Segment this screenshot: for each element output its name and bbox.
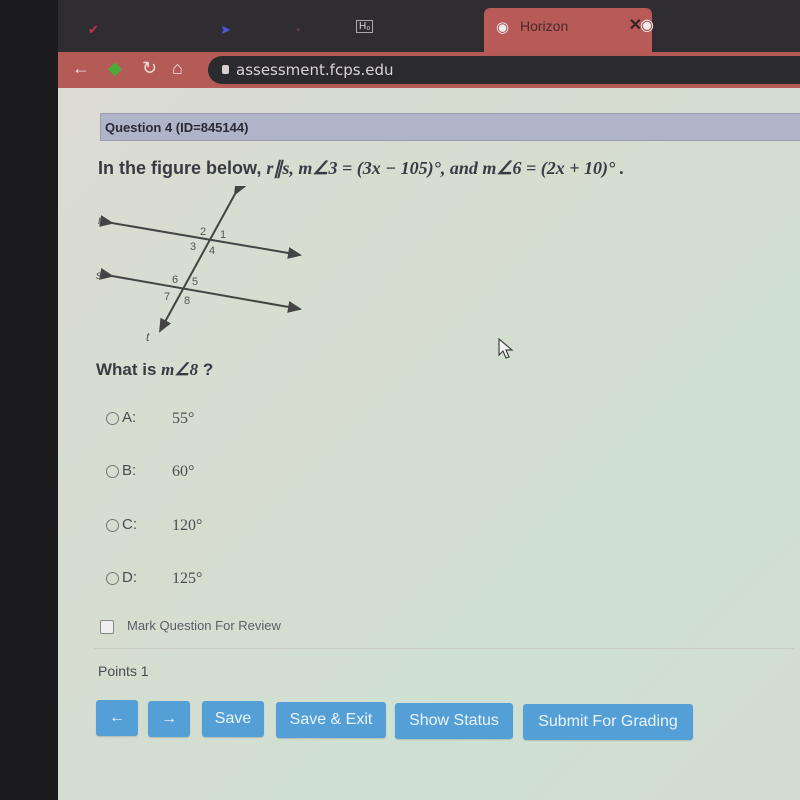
radio-button[interactable] (106, 412, 119, 425)
prev-button[interactable]: ← (96, 700, 138, 736)
radio-button[interactable] (106, 572, 119, 585)
next-button[interactable]: → (148, 701, 190, 737)
radio-button[interactable] (106, 465, 119, 478)
option-value: 125° (172, 570, 203, 587)
address-bar[interactable]: assessment.fcps.edu (208, 56, 800, 84)
angle-2: 2 (200, 226, 206, 238)
option-value: 55° (172, 410, 195, 427)
line-t (159, 186, 247, 333)
option-letter: A: (122, 409, 137, 426)
line-s (99, 268, 302, 313)
option-letter: B: (122, 462, 137, 479)
show-status-button[interactable]: Show Status (395, 703, 513, 739)
prompt-lead: In the figure below, (98, 158, 267, 178)
angle-1: 1 (220, 229, 226, 241)
extension-icon[interactable]: ◆ (108, 58, 122, 79)
angle-7: 7 (164, 291, 170, 303)
angle-5: 5 (192, 276, 198, 288)
back-icon[interactable]: ← (72, 58, 90, 79)
question-header: Question 4 (ID=845144) (100, 113, 800, 141)
submit-button[interactable]: Submit For Grading (523, 704, 693, 740)
save-button[interactable]: Save (202, 701, 264, 737)
angle-8: 8 (184, 295, 190, 307)
dot-icon[interactable]: • (296, 22, 301, 37)
tab-horizon[interactable]: ◉ Horizon ✕ (484, 8, 652, 52)
app-icon[interactable]: H₀ (356, 20, 374, 33)
screen-bezel (0, 0, 58, 800)
play-icon[interactable]: ➤ (220, 22, 231, 38)
tab-title: Horizon (520, 18, 569, 34)
lock-icon (222, 65, 229, 74)
option-value: 120° (172, 517, 203, 534)
ask-math: m∠8 (161, 360, 199, 379)
home-icon[interactable]: ⌂ (172, 58, 183, 79)
review-label: Mark Question For Review (127, 618, 281, 633)
globe-icon[interactable]: ◉ (640, 15, 654, 35)
prompt-math: r∥s, m∠3 = (3x − 105)°, and m∠6 = (2x + … (266, 158, 625, 178)
assessment-page: Question 4 (ID=845144) In the figure bel… (58, 88, 800, 800)
reload-icon[interactable]: ↻ (142, 58, 157, 79)
label-t: t (146, 330, 150, 344)
globe-icon: ◉ (496, 19, 510, 36)
points-label: Points 1 (98, 663, 149, 679)
angle-4: 4 (209, 245, 215, 257)
option-letter: C: (122, 516, 137, 533)
ask-lead: What is (96, 360, 162, 379)
angle-6: 6 (172, 274, 178, 286)
url-text[interactable]: assessment.fcps.edu (236, 61, 394, 79)
tab-strip: ✔ ➤ • H₀ ◉ Horizon ✕ ◉ (58, 0, 800, 52)
question-ask: What is m∠8 ? (96, 360, 213, 380)
option-letter: D: (122, 569, 137, 586)
check-icon[interactable]: ✔ (88, 22, 99, 38)
angle-3: 3 (190, 241, 196, 253)
save-exit-button[interactable]: Save & Exit (276, 702, 386, 738)
question-prompt: In the figure below, r∥s, m∠3 = (3x − 10… (98, 158, 624, 179)
divider (94, 648, 794, 649)
browser-window: ✔ ➤ • H₀ ◉ Horizon ✕ ◉ ← ◆ ↻ ⌂ assessmen… (58, 0, 800, 800)
parallel-lines-figure: r s t 1 2 3 4 5 6 7 8 (96, 186, 302, 344)
radio-button[interactable] (106, 519, 119, 532)
ask-tail: ? (198, 360, 214, 379)
mouse-cursor-icon (498, 338, 514, 359)
browser-toolbar: ← ◆ ↻ ⌂ assessment.fcps.edu (58, 52, 800, 88)
label-r: r (98, 213, 103, 227)
option-value: 60° (172, 463, 195, 480)
review-checkbox[interactable] (100, 620, 114, 634)
label-s: s (96, 268, 102, 282)
